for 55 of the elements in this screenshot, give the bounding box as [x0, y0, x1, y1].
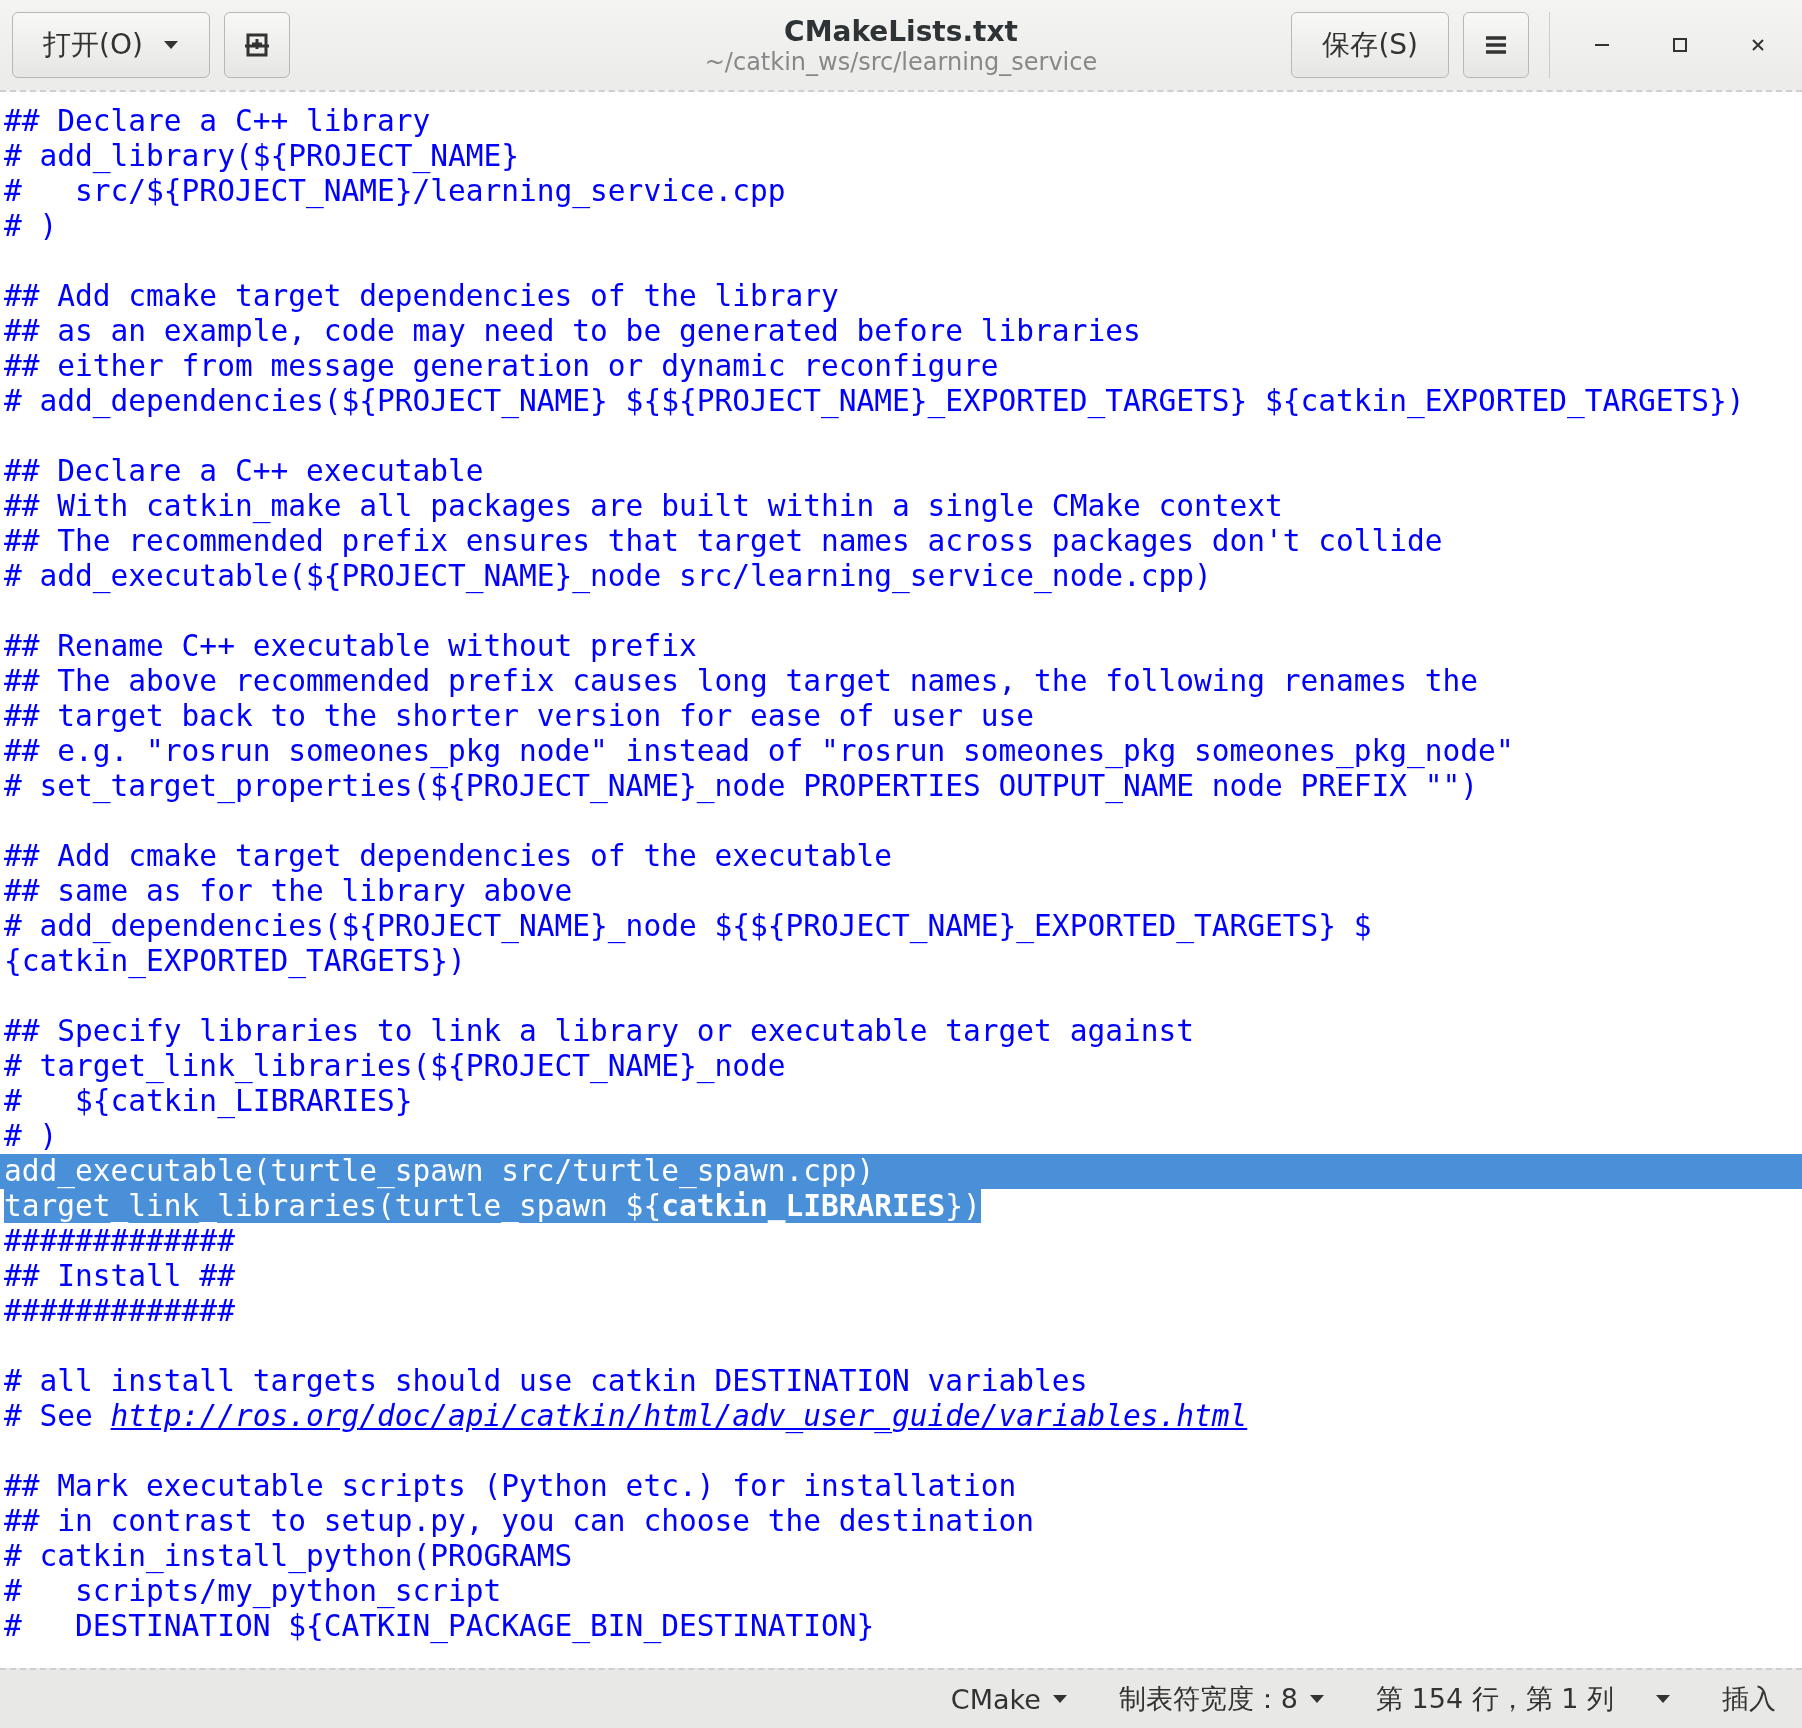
new-document-icon	[242, 32, 271, 58]
code-line: # add_executable(${PROJECT_NAME}_node src/learning_service_node.cpp)	[4, 559, 1212, 593]
code-line: # See http://ros.org/doc/api/catkin/html/adv_user_guide/variables.html	[4, 1399, 1248, 1433]
save-button[interactable]: 保存(S)	[1291, 12, 1449, 78]
code-line: ## Install ##	[4, 1259, 235, 1293]
tab-width-dropdown[interactable]: 制表符宽度：8	[1112, 1681, 1330, 1717]
file-path: ~/catkin_ws/src/learning_service	[704, 47, 1098, 76]
open-button[interactable]: 打开(O)	[12, 12, 210, 78]
code-line: ## same as for the library above	[4, 874, 573, 908]
caret-icon	[162, 40, 179, 50]
maximize-icon	[1672, 37, 1688, 53]
code-line: ## in contrast to setup.py, you can choose the destination	[4, 1504, 1035, 1538]
code-line: ## Add cmake target dependencies of the executable	[4, 839, 893, 873]
code-line: ## either from message generation or dynamic reconfigure	[4, 349, 999, 383]
code-line: ## as an example, code may need to be generated before libraries	[4, 314, 1141, 348]
code-line: # src/${PROJECT_NAME}/learning_service.cpp	[4, 174, 786, 208]
code-line: ## target back to the shorter version for ease of user use	[4, 699, 1035, 733]
code-line: # )	[4, 1119, 58, 1153]
code-line: ## With catkin_make all packages are built within a single CMake context	[4, 489, 1283, 523]
minimize-icon	[1595, 44, 1609, 46]
code-line: ## Mark executable scripts (Python etc.) for installation	[4, 1469, 1017, 1503]
code-line: # set_target_properties(${PROJECT_NAME}_node PROPERTIES OUTPUT_NAME node PREFIX "")	[4, 769, 1479, 803]
code-line: # DESTINATION ${CATKIN_PACKAGE_BIN_DESTINATION}	[4, 1609, 875, 1643]
code-line: ## Specify libraries to link a library or executable target against	[4, 1014, 1194, 1048]
code-line: ## The above recommended prefix causes long target names, the following renames the	[4, 664, 1479, 698]
caret-icon	[1052, 1695, 1067, 1703]
code-line: # )	[4, 209, 58, 243]
code-line: ## The recommended prefix ensures that target names across packages don't collide	[4, 524, 1443, 558]
code-line: {catkin_EXPORTED_TARGETS})	[4, 944, 466, 978]
window-title: CMakeLists.txt	[784, 14, 1018, 48]
menu-icon	[1486, 36, 1506, 54]
code-line: # catkin_install_python(PROGRAMS	[4, 1539, 573, 1573]
new-document-button[interactable]	[223, 12, 290, 78]
code-line: # target_link_libraries(${PROJECT_NAME}_node	[4, 1049, 786, 1083]
code-line: #############	[4, 1294, 235, 1328]
code-line: # add_dependencies(${PROJECT_NAME}_node ${${PROJECT_NAME}_EXPORTED_TARGETS} $	[4, 909, 1372, 943]
code-line: # ${catkin_LIBRARIES}	[4, 1084, 413, 1118]
code-line: # add_dependencies(${PROJECT_NAME} ${${PROJECT_NAME}_EXPORTED_TARGETS} ${catkin_EXPORTED_TARGETS})	[4, 384, 1745, 418]
code-line: ## Rename C++ executable without prefix	[4, 629, 697, 663]
code-line: ## e.g. "rosrun someones_pkg node" instead of "rosrun someones_pkg someones_pkg_node"	[4, 734, 1514, 768]
caret-icon	[1309, 1695, 1324, 1703]
url-link[interactable]: http://ros.org/doc/api/catkin/html/adv_user_guide/variables.html	[110, 1399, 1248, 1433]
code-line: ## Declare a C++ executable	[4, 454, 484, 488]
menu-button[interactable]	[1463, 12, 1529, 78]
insert-mode: 插入	[1721, 1682, 1777, 1716]
code-line: # scripts/my_python_script	[4, 1574, 502, 1608]
code-line: #############	[4, 1224, 235, 1258]
language-dropdown[interactable]: CMake	[944, 1683, 1073, 1715]
close-icon	[1750, 37, 1766, 53]
code-line: # all install targets should use catkin DESTINATION variables	[4, 1364, 1088, 1398]
code-line: ## Declare a C++ library	[4, 104, 431, 138]
code-line: ## Add cmake target dependencies of the library	[4, 279, 839, 313]
code-line: # add_library(${PROJECT_NAME}	[4, 139, 520, 173]
cursor-position-dropdown[interactable]: 第 154 行，第 1 列	[1369, 1681, 1676, 1717]
caret-icon	[1656, 1695, 1670, 1703]
